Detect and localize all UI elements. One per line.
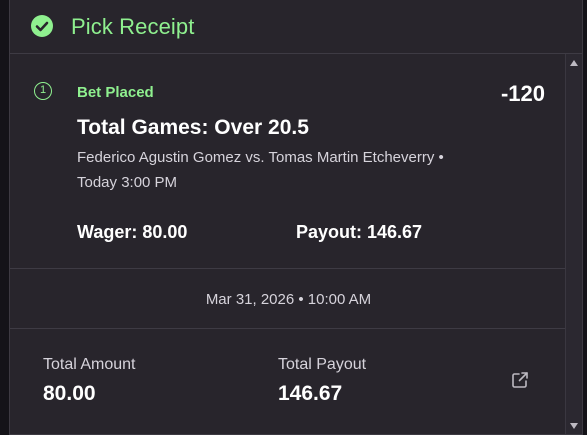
event-time: Today 3:00 PM bbox=[77, 174, 178, 191]
leg-number-badge: 1 bbox=[34, 82, 52, 100]
receipt-header: Pick Receipt bbox=[10, 0, 582, 54]
total-payout-value: 146.67 bbox=[278, 382, 343, 405]
vertical-scrollbar[interactable] bbox=[565, 54, 582, 434]
scroll-down-arrow-icon[interactable] bbox=[570, 423, 578, 429]
scroll-up-arrow-icon[interactable] bbox=[570, 60, 578, 66]
timestamp-row: Mar 31, 2026 • 10:00 AM bbox=[10, 269, 567, 329]
bet-status: Bet Placed bbox=[77, 84, 154, 101]
pick-receipt-panel: Pick Receipt 1 Bet Placed -120 Total Gam… bbox=[9, 0, 583, 435]
receipt-timestamp: Mar 31, 2026 • 10:00 AM bbox=[205, 291, 372, 308]
check-circle-icon bbox=[31, 15, 53, 37]
bet-card: 1 Bet Placed -120 Total Games: Over 20.5… bbox=[10, 54, 567, 269]
bet-market: Total Games: Over 20.5 bbox=[77, 116, 309, 139]
event-matchup: Federico Agustin Gomez vs. Tomas Martin … bbox=[77, 149, 444, 166]
receipt-scroll-area[interactable]: 1 Bet Placed -120 Total Games: Over 20.5… bbox=[10, 54, 567, 434]
receipt-title: Pick Receipt bbox=[71, 14, 195, 39]
bet-payout: Payout: 146.67 bbox=[296, 222, 423, 242]
total-amount-value: 80.00 bbox=[43, 382, 96, 405]
external-link-icon[interactable] bbox=[510, 370, 530, 390]
total-payout-label: Total Payout bbox=[278, 356, 367, 373]
bet-wager: Wager: 80.00 bbox=[77, 222, 188, 242]
total-amount-label: Total Amount bbox=[43, 356, 136, 373]
bet-odds: -120 bbox=[500, 81, 545, 106]
totals-section: Total Amount 80.00 Total Payout 146.67 bbox=[10, 329, 567, 434]
